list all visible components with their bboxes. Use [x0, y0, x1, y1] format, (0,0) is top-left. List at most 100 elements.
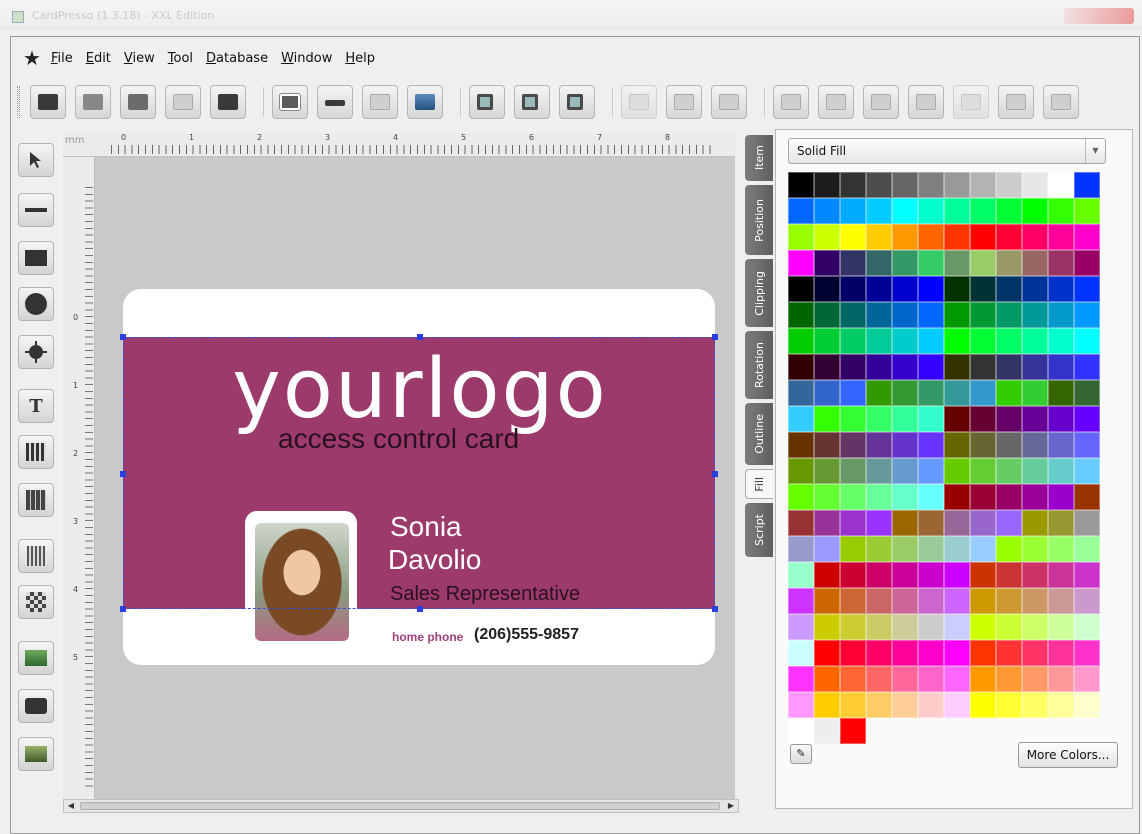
color-swatch[interactable] — [944, 510, 970, 536]
color-swatch[interactable] — [944, 250, 970, 276]
color-swatch[interactable] — [814, 692, 840, 718]
tab-position[interactable]: Position — [745, 185, 773, 255]
color-swatch[interactable] — [970, 484, 996, 510]
color-swatch[interactable] — [1074, 640, 1100, 666]
resize-handle[interactable] — [712, 334, 718, 340]
color-swatch[interactable] — [996, 250, 1022, 276]
align-icon[interactable] — [953, 85, 989, 119]
color-swatch[interactable] — [788, 432, 814, 458]
resize-handle[interactable] — [712, 471, 718, 477]
color-swatch[interactable] — [1074, 458, 1100, 484]
move-down-icon[interactable] — [908, 85, 944, 119]
color-swatch[interactable] — [814, 510, 840, 536]
menu-view[interactable]: View — [124, 51, 155, 66]
rectangle-tool-icon[interactable] — [18, 241, 54, 275]
color-swatch[interactable] — [1048, 276, 1074, 302]
color-swatch[interactable] — [788, 354, 814, 380]
add-item-icon[interactable] — [998, 85, 1034, 119]
color-swatch[interactable] — [866, 276, 892, 302]
color-swatch[interactable] — [944, 406, 970, 432]
refresh-icon[interactable] — [711, 85, 747, 119]
tab-script[interactable]: Script — [745, 503, 773, 557]
magstripe-icon[interactable] — [317, 85, 353, 119]
menu-tool[interactable]: Tool — [168, 51, 193, 66]
color-swatch[interactable] — [1048, 640, 1074, 666]
color-swatch[interactable] — [1022, 432, 1048, 458]
color-swatch[interactable] — [970, 536, 996, 562]
color-swatch[interactable] — [814, 302, 840, 328]
scroll-left-icon[interactable]: ◀ — [65, 801, 77, 811]
tab-fill[interactable]: Fill — [745, 469, 773, 499]
color-swatch[interactable] — [866, 198, 892, 224]
color-swatch[interactable] — [892, 250, 918, 276]
color-swatch[interactable] — [892, 692, 918, 718]
color-swatch[interactable] — [840, 172, 866, 198]
color-swatch[interactable] — [814, 250, 840, 276]
color-swatch[interactable] — [840, 692, 866, 718]
picture-tool-icon[interactable] — [18, 737, 54, 771]
color-swatch[interactable] — [866, 406, 892, 432]
scrollbar-thumb[interactable] — [80, 802, 720, 810]
print-icon[interactable] — [210, 85, 246, 119]
color-swatch[interactable] — [840, 536, 866, 562]
fill-mode-select[interactable]: Solid Fill ▼ — [788, 138, 1106, 164]
color-swatch[interactable] — [788, 276, 814, 302]
ellipse-tool-icon[interactable] — [18, 287, 54, 321]
zoom-in-icon[interactable] — [469, 85, 505, 119]
tab-item[interactable]: Item — [745, 135, 773, 181]
resize-handle[interactable] — [120, 606, 126, 612]
color-swatch[interactable] — [1048, 614, 1074, 640]
color-swatch[interactable] — [892, 614, 918, 640]
menu-database[interactable]: Database — [206, 51, 268, 66]
color-swatch[interactable] — [1048, 484, 1074, 510]
color-swatch[interactable] — [1022, 224, 1048, 250]
resize-handle[interactable] — [417, 606, 423, 612]
color-swatch[interactable] — [1074, 328, 1100, 354]
color-swatch[interactable] — [814, 432, 840, 458]
color-swatch[interactable] — [840, 510, 866, 536]
color-swatch[interactable] — [1074, 198, 1100, 224]
color-swatch[interactable] — [892, 354, 918, 380]
color-swatch[interactable] — [996, 380, 1022, 406]
color-swatch[interactable] — [814, 380, 840, 406]
color-swatch[interactable] — [840, 640, 866, 666]
color-swatch[interactable] — [996, 432, 1022, 458]
color-swatch[interactable] — [944, 302, 970, 328]
color-swatch[interactable] — [788, 484, 814, 510]
resize-handle[interactable] — [417, 334, 423, 340]
color-swatch[interactable] — [944, 458, 970, 484]
color-swatch[interactable] — [814, 224, 840, 250]
tab-rotation[interactable]: Rotation — [745, 331, 773, 399]
color-swatch[interactable] — [918, 354, 944, 380]
color-swatch[interactable] — [918, 510, 944, 536]
color-swatch[interactable] — [788, 172, 814, 198]
color-swatch[interactable] — [1022, 328, 1048, 354]
settings-icon[interactable] — [165, 85, 201, 119]
color-swatch[interactable] — [996, 406, 1022, 432]
color-swatch[interactable] — [1074, 666, 1100, 692]
color-swatch[interactable] — [866, 354, 892, 380]
color-swatch[interactable] — [970, 406, 996, 432]
color-swatch[interactable] — [996, 536, 1022, 562]
color-swatch[interactable] — [840, 718, 866, 744]
scroll-right-icon[interactable]: ▶ — [725, 801, 737, 811]
color-swatch[interactable] — [788, 406, 814, 432]
color-swatch[interactable] — [970, 666, 996, 692]
color-swatch[interactable] — [866, 536, 892, 562]
color-swatch[interactable] — [788, 510, 814, 536]
color-swatch[interactable] — [918, 458, 944, 484]
color-swatch[interactable] — [788, 562, 814, 588]
color-swatch[interactable] — [970, 172, 996, 198]
color-swatch[interactable] — [814, 614, 840, 640]
color-swatch[interactable] — [866, 302, 892, 328]
color-swatch[interactable] — [996, 640, 1022, 666]
color-swatch[interactable] — [1048, 666, 1074, 692]
toolbar-grip[interactable] — [17, 86, 20, 118]
color-swatch[interactable] — [866, 510, 892, 536]
color-swatch[interactable] — [892, 302, 918, 328]
image-tool-icon[interactable] — [18, 641, 54, 675]
color-swatch[interactable] — [866, 458, 892, 484]
zoom-out-icon[interactable] — [514, 85, 550, 119]
color-swatch[interactable] — [1074, 406, 1100, 432]
color-swatch[interactable] — [814, 588, 840, 614]
